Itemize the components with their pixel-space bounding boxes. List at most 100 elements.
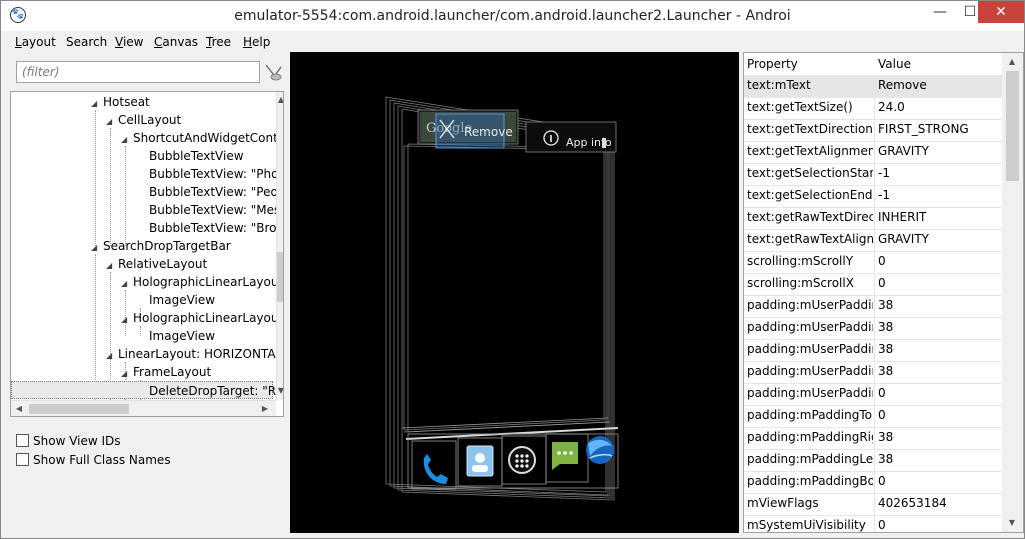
property-name: padding:mUserPadding: [747, 298, 873, 312]
tree-node-bubbletextview[interactable]: BubbleTextView: "Brov: [149, 219, 283, 237]
menu-search[interactable]: Search: [66, 35, 107, 49]
property-value: 38: [878, 320, 894, 334]
property-row[interactable]: text:getTextAlignment() GRAVITY: [744, 141, 1002, 164]
tree-node-framelayout[interactable]: ◢ FrameLayout: [121, 363, 211, 381]
property-row[interactable]: text:getSelectionEnd() -1: [744, 185, 1002, 208]
property-row[interactable]: padding:mPaddingLeft 38: [744, 449, 1002, 472]
tree-node-bubbletextview[interactable]: BubbleTextView: [149, 147, 244, 165]
property-name: text:getSelectionStart(): [747, 166, 873, 180]
property-value: -1: [878, 166, 890, 180]
property-value: 38: [878, 298, 894, 312]
property-name: padding:mPaddingRigh: [747, 430, 873, 444]
value-column-header[interactable]: Value: [878, 57, 911, 71]
layout-canvas[interactable]: Google Remove App info: [290, 52, 739, 533]
property-row[interactable]: padding:mUserPadding 38: [744, 295, 1002, 318]
menu-help[interactable]: Help: [243, 35, 270, 49]
tree-vertical-scrollbar[interactable]: ▲ ▼: [276, 92, 283, 400]
property-name: padding:mPaddingTop: [747, 408, 873, 422]
filter-input[interactable]: (filter): [16, 61, 260, 83]
menu-layout[interactable]: Layout: [15, 35, 56, 49]
contacts-icon: [466, 445, 494, 477]
property-value: 38: [878, 342, 894, 356]
minimize-icon[interactable]: —: [925, 1, 955, 23]
property-value: 38: [878, 430, 894, 444]
tree-node-relativelayout[interactable]: ◢ RelativeLayout: [106, 255, 207, 273]
tree-node-shortcut-container[interactable]: ◢ ShortcutAndWidgetCont: [121, 129, 278, 147]
properties-table[interactable]: Property Value text:mText Remove text:getT…: [743, 52, 1024, 533]
property-name: scrolling:mScrollY: [747, 254, 854, 268]
property-name: text:getTextSize(): [747, 100, 853, 114]
tree-node-linearlayout[interactable]: ◢ LinearLayout: HORIZONTAL: [106, 345, 282, 363]
menu-canvas[interactable]: Canvas: [154, 35, 198, 49]
browser-icon: [586, 436, 614, 464]
property-row[interactable]: text:getRawTextDirectio INHERIT: [744, 207, 1002, 230]
property-row[interactable]: padding:mUserPadding 38: [744, 361, 1002, 384]
property-row[interactable]: text:getRawTextAlignme GRAVITY: [744, 229, 1002, 252]
menu-tree[interactable]: Tree: [206, 35, 231, 49]
property-row[interactable]: padding:mPaddingTop 0: [744, 405, 1002, 428]
property-row[interactable]: scrolling:mScrollY 0: [744, 251, 1002, 274]
property-row[interactable]: padding:mPaddingRigh 38: [744, 427, 1002, 450]
property-name: scrolling:mScrollX: [747, 276, 854, 290]
show-full-class-names-checkbox[interactable]: Show Full Class Names: [16, 453, 171, 467]
tree-node-celllayout[interactable]: ◢ CellLayout: [106, 111, 181, 129]
tree-node-bubbletextview[interactable]: BubbleTextView: "Mes: [149, 201, 280, 219]
property-name: text:getSelectionEnd(): [747, 188, 873, 202]
property-value: GRAVITY: [878, 144, 929, 158]
show-view-ids-checkbox[interactable]: Show View IDs: [16, 434, 121, 448]
tree-node-hotseat[interactable]: ◢ Hotseat: [91, 93, 150, 111]
property-name: text:getTextDirection(): [747, 122, 873, 136]
messaging-icon: [552, 442, 578, 470]
property-value: 0: [878, 276, 886, 290]
menu-bar: Layout Search View Canvas Tree Help: [1, 32, 1024, 52]
property-value: 402653184: [878, 496, 947, 510]
window-title: emulator-5554:com.android.launcher/com.a…: [234, 8, 791, 24]
property-name: mViewFlags: [747, 496, 819, 510]
property-value: 0: [878, 386, 886, 400]
clear-filter-icon[interactable]: [264, 62, 282, 82]
property-name: padding:mPaddingBott: [747, 474, 873, 488]
property-row[interactable]: text:getSelectionStart() -1: [744, 163, 1002, 186]
property-value: 0: [878, 254, 886, 268]
properties-header: Property Value: [744, 53, 1002, 76]
property-value: 0: [878, 474, 886, 488]
remove-label: Remove: [464, 125, 513, 139]
tree-node-deletedroptarget[interactable]: DeleteDropTarget: "Re: [11, 381, 283, 399]
property-row[interactable]: text:getTextSize() 24.0: [744, 97, 1002, 120]
property-column-header[interactable]: Property: [747, 57, 798, 71]
phone-icon: [423, 454, 448, 484]
property-row[interactable]: mSystemUiVisibility 0: [744, 515, 1002, 532]
property-row[interactable]: padding:mUserPadding 0: [744, 383, 1002, 406]
property-name: text:getRawTextDirectio: [747, 210, 873, 224]
property-value: 24.0: [878, 100, 905, 114]
property-row[interactable]: padding:mUserPadding 38: [744, 317, 1002, 340]
property-value: 0: [878, 518, 886, 532]
close-icon[interactable]: ✕: [978, 1, 1024, 23]
tree-node-imageview[interactable]: ImageView: [149, 327, 215, 345]
title-bar: 🐾 emulator-5554:com.android.launcher/com…: [1, 1, 1024, 31]
view-hierarchy-tree[interactable]: ◢ Hotseat ◢ CellLayout ◢ ShortcutAndWidgetC…: [10, 91, 284, 417]
property-name: padding:mUserPadding: [747, 386, 873, 400]
property-value: FIRST_STRONG: [878, 122, 969, 136]
property-name: text:mText: [747, 78, 811, 92]
property-value: -1: [878, 188, 890, 202]
property-name: padding:mUserPadding: [747, 342, 873, 356]
property-value: 0: [878, 408, 886, 422]
property-name: padding:mPaddingLeft: [747, 452, 873, 466]
property-row[interactable]: text:mText Remove: [744, 75, 1002, 98]
property-row[interactable]: mViewFlags 402653184: [744, 493, 1002, 516]
property-row[interactable]: text:getTextDirection() FIRST_STRONG: [744, 119, 1002, 142]
property-row[interactable]: padding:mUserPadding 38: [744, 339, 1002, 362]
property-value: 38: [878, 364, 894, 378]
tree-node-imageview[interactable]: ImageView: [149, 291, 215, 309]
menu-view[interactable]: View: [115, 35, 143, 49]
property-row[interactable]: padding:mPaddingBott 0: [744, 471, 1002, 494]
property-row[interactable]: scrolling:mScrollX 0: [744, 273, 1002, 296]
tree-node-holographic-layout[interactable]: ◢ HolographicLinearLayou: [121, 273, 278, 291]
tree-node-bubbletextview[interactable]: BubbleTextView: "Peo: [149, 183, 278, 201]
tree-horizontal-scrollbar[interactable]: ◀ ▶: [11, 400, 276, 416]
tree-node-searchdroptargetbar[interactable]: ◢ SearchDropTargetBar: [91, 237, 231, 255]
tree-node-bubbletextview[interactable]: BubbleTextView: "Pho: [149, 165, 278, 183]
tree-node-holographic-layout[interactable]: ◢ HolographicLinearLayou: [121, 309, 278, 327]
properties-vertical-scrollbar[interactable]: ▲ ▼: [1002, 53, 1023, 532]
